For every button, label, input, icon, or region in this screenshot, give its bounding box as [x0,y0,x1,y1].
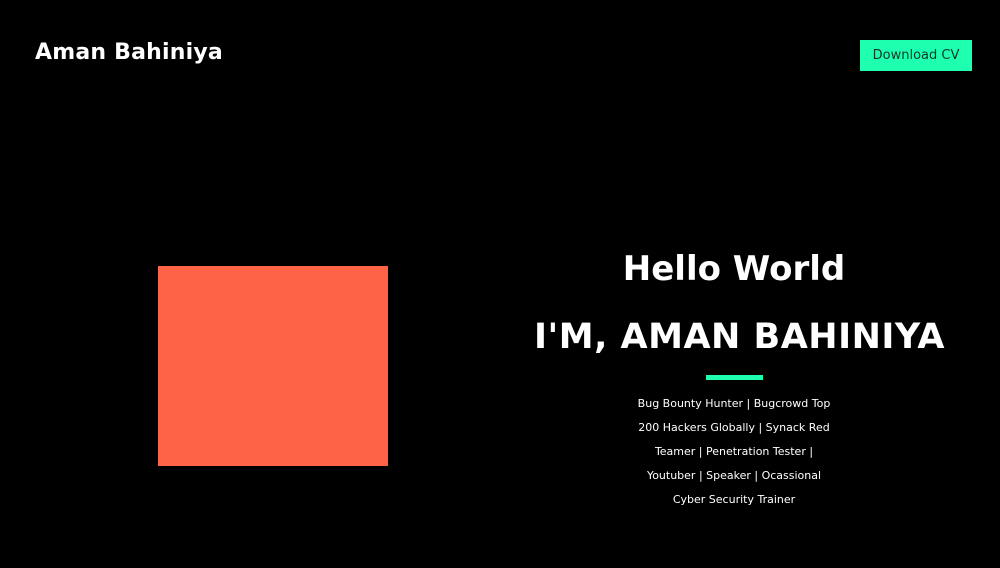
hero-text: Hello World I'M, AMAN BAHINIYA Bug Bount… [534,246,946,512]
site-logo-text[interactable]: Aman Bahiniya [35,38,223,68]
download-cv-button[interactable]: Download CV [860,40,972,71]
accent-underline [705,375,763,380]
hero-bio: Bug Bounty Hunter | Bugcrowd Top 200 Hac… [637,397,831,506]
hero-greeting: Hello World [622,249,846,289]
hero-name: I'M, AMAN BAHINIYA [534,317,946,357]
profile-image-placeholder [158,266,388,466]
page: Aman Bahiniya Download CV Hello World I'… [0,0,1000,568]
